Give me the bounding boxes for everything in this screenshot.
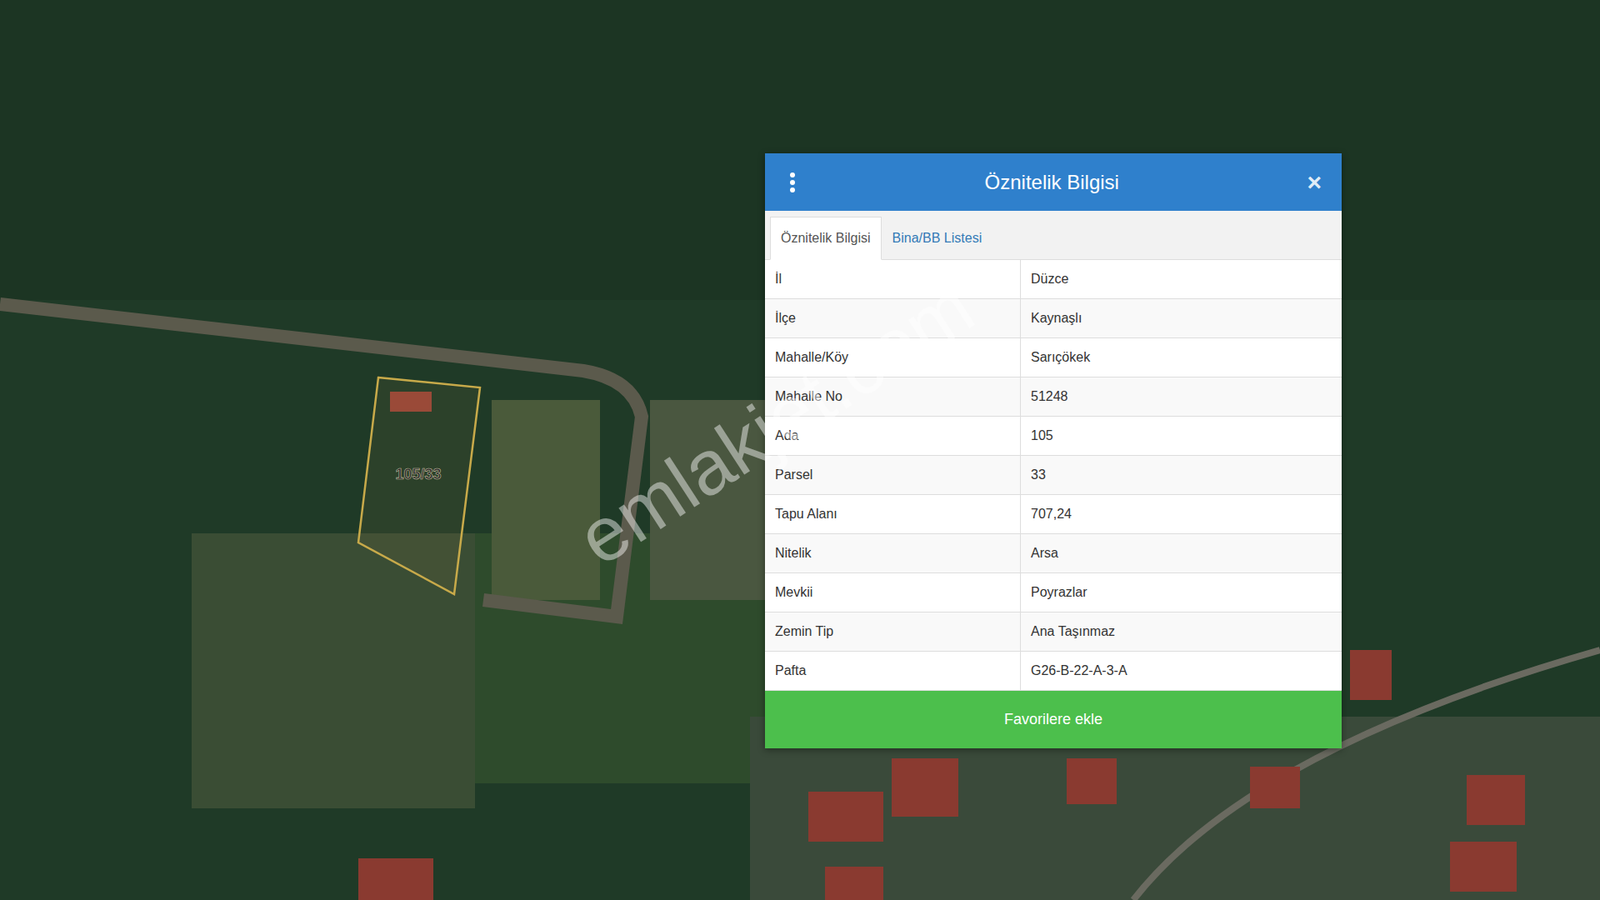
house-roof xyxy=(1250,766,1300,809)
row-value: 105 xyxy=(1020,416,1342,455)
close-button[interactable]: × xyxy=(1306,168,1322,197)
row-value: Sarıçökek xyxy=(1020,338,1342,377)
row-label: Pafta xyxy=(765,651,1021,690)
row-value: Poyrazlar xyxy=(1020,573,1342,612)
table-row: Tapu Alanı 707,24 xyxy=(765,495,1342,535)
row-value: 33 xyxy=(1020,455,1342,495)
tab-bar: Öznitelik BilgisiBina/BB Listesi xyxy=(765,210,1342,260)
row-label: Mahalle/Köy xyxy=(765,338,1021,377)
house-roof xyxy=(891,758,959,817)
house-roof xyxy=(1066,758,1117,805)
table-row: Mahalle No 51248 xyxy=(765,377,1342,417)
house-roof xyxy=(390,391,432,412)
table-row: İlçe Kaynaşlı xyxy=(765,299,1342,339)
row-value: 707,24 xyxy=(1020,495,1342,534)
popup-title: Öznitelik Bilgisi xyxy=(796,170,1307,195)
row-label: İlçe xyxy=(765,299,1021,338)
row-label: Tapu Alanı xyxy=(765,495,1021,534)
table-row: Ada 105 xyxy=(765,416,1342,456)
table-row: Mevkii Poyrazlar xyxy=(765,573,1342,613)
row-label: Mevkii xyxy=(765,573,1021,612)
add-favorite-button[interactable]: Favorilere ekle xyxy=(765,690,1342,749)
house-roof xyxy=(1350,650,1392,700)
table-row: Zemin Tip Ana Taşınmaz xyxy=(765,612,1342,652)
tab[interactable]: Öznitelik Bilgisi xyxy=(770,216,882,260)
house-roof xyxy=(1450,841,1517,892)
row-value: Arsa xyxy=(1020,534,1342,573)
row-value: Ana Taşınmaz xyxy=(1020,612,1342,651)
row-label: Mahalle No xyxy=(765,377,1021,416)
parcel-label: 105/33 xyxy=(395,465,441,483)
house-roof xyxy=(808,791,884,842)
watermark: emlakjet.com xyxy=(562,263,990,583)
house-roof xyxy=(1466,775,1525,825)
row-label: İl xyxy=(765,260,1021,299)
row-label: Zemin Tip xyxy=(765,612,1021,651)
table-row: Mahalle/Köy Sarıçökek xyxy=(765,338,1342,378)
table-row: Nitelik Arsa xyxy=(765,534,1342,574)
row-value: Kaynaşlı xyxy=(1020,299,1342,338)
row-value: 51248 xyxy=(1020,377,1342,416)
row-label: Parsel xyxy=(765,455,1021,495)
map-view[interactable]: 105/33 Öznitelik Bilgisi × Öznitelik Bil… xyxy=(0,0,1600,900)
parcel-outline[interactable] xyxy=(358,377,480,595)
table-row: Pafta G26-B-22-A-3-A xyxy=(765,651,1342,691)
table-row: Parsel 33 xyxy=(765,455,1342,495)
kebab-menu-icon[interactable] xyxy=(788,171,797,194)
row-label: Nitelik xyxy=(765,534,1021,573)
row-label: Ada xyxy=(765,416,1021,455)
tab[interactable]: Bina/BB Listesi xyxy=(881,216,994,260)
attribute-popup: Öznitelik Bilgisi × Öznitelik BilgisiBin… xyxy=(765,153,1342,749)
attribute-table: İl Düzceİlçe KaynaşlıMahalle/Köy Sarıçök… xyxy=(765,260,1342,691)
row-value: G26-B-22-A-3-A xyxy=(1020,651,1342,690)
popup-header: Öznitelik Bilgisi × xyxy=(765,153,1342,211)
house-roof xyxy=(825,866,884,900)
table-row: İl Düzce xyxy=(765,260,1342,300)
house-roof xyxy=(358,858,434,900)
row-value: Düzce xyxy=(1020,260,1342,299)
